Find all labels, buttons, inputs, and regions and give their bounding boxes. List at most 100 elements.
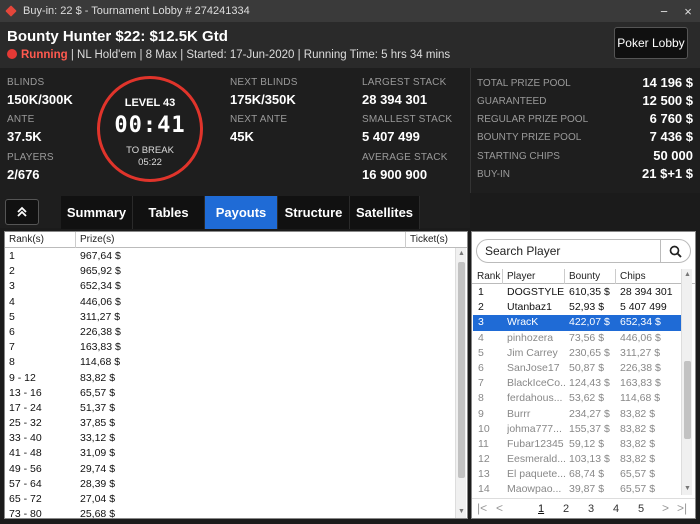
list-item[interactable]: 1 DOGSTYLE1 610,35 $ 28 394 301 [473, 285, 681, 300]
player-rank: 14 [478, 483, 490, 496]
prize-header[interactable]: Prize(s) [80, 234, 114, 245]
player-chips: 83,82 $ [620, 422, 656, 435]
list-item[interactable]: 3 WracK 422,07 $ 652,34 $ [473, 315, 681, 331]
table-row: 2 965,92 $ [5, 264, 455, 279]
players-header: Rank Player Bounty Chips [472, 269, 695, 284]
level-label: LEVEL 43 [124, 97, 176, 109]
payout-rank: 41 - 48 [9, 447, 42, 460]
player-bounty: 124,43 $ [569, 377, 610, 390]
smallest-stack-label: SMALLEST STACK [362, 114, 453, 125]
list-item[interactable]: 14 Maowpao... 39,87 $ 65,57 $ [473, 482, 681, 497]
payouts-table: Rank(s) Prize(s) Ticket(s) 1 967,64 $ 2 965… [4, 231, 468, 520]
payout-rank: 57 - 64 [9, 477, 42, 490]
tab-tables[interactable]: Tables [133, 196, 205, 229]
table-row: 3 652,34 $ [5, 279, 455, 294]
players-panel: Rank Player Bounty Chips 1 DOGSTYLE1 610,3… [471, 231, 696, 519]
payout-rank: 1 [9, 250, 15, 262]
average-stack-value: 16 900 900 [362, 167, 428, 182]
list-item[interactable]: 11 Fubar12345 59,12 $ 83,82 $ [473, 437, 681, 452]
scroll-thumb[interactable] [458, 262, 465, 478]
blinds-value: 150K/300K [7, 92, 73, 107]
player-chips-header[interactable]: Chips [620, 271, 646, 282]
page-1[interactable]: 1 [538, 503, 544, 515]
player-chips: 652,34 $ [620, 316, 661, 329]
title-bar: Buy-in: 22 $ - Tournament Lobby # 274241… [0, 0, 700, 22]
payout-prize: 29,74 $ [80, 462, 116, 475]
next-page-icon[interactable]: > [662, 501, 669, 515]
tab-payouts[interactable]: Payouts [205, 196, 278, 229]
player-bounty: 39,87 $ [569, 483, 605, 496]
player-bounty: 155,37 $ [569, 422, 610, 435]
player-chips: 65,57 $ [620, 483, 656, 496]
player-bounty-header[interactable]: Bounty [569, 271, 600, 282]
tab-structure[interactable]: Structure [278, 196, 350, 229]
rank-header[interactable]: Rank(s) [9, 234, 44, 245]
payout-prize: 311,27 $ [80, 310, 121, 323]
list-item[interactable]: 4 pinhozera 73,56 $ 446,06 $ [473, 331, 681, 346]
app-logo-icon [5, 5, 17, 17]
player-rank-header[interactable]: Rank [477, 271, 500, 282]
player-rank: 6 [478, 361, 484, 374]
page-4[interactable]: 4 [613, 503, 619, 515]
players-label: PLAYERS [7, 152, 54, 163]
payout-prize: 65,57 $ [80, 386, 116, 399]
player-rank: 2 [478, 301, 484, 314]
players-scrollbar[interactable]: ▲ ▼ [681, 269, 692, 495]
player-name: DOGSTYLE1 [507, 286, 565, 298]
prize-value: 14 196 $ [642, 75, 693, 90]
list-item[interactable]: 6 SanJose17 50,87 $ 226,38 $ [473, 361, 681, 376]
prize-label: BUY-IN [477, 169, 510, 180]
payout-prize: 967,64 $ [80, 250, 121, 262]
largest-stack-label: LARGEST STACK [362, 77, 447, 88]
table-row: 25 - 32 37,85 $ [5, 416, 455, 431]
minimize-button[interactable]: − [652, 4, 676, 19]
page-2[interactable]: 2 [563, 503, 569, 515]
tournament-details: | NL Hold'em | 8 Max | Started: 17-Jun-2… [70, 49, 451, 61]
tab-summary[interactable]: Summary [61, 196, 133, 229]
player-chips: 28 394 301 [620, 286, 673, 298]
payout-rank: 3 [9, 280, 15, 293]
average-stack-label: AVERAGE STACK [362, 152, 448, 163]
tab-satellites[interactable]: Satellites [350, 196, 420, 229]
search-player-input[interactable] [485, 243, 655, 259]
list-item[interactable]: 10 johma777... 155,37 $ 83,82 $ [473, 422, 681, 437]
payout-rank: 7 [9, 341, 15, 354]
first-page-icon[interactable]: |< [477, 501, 487, 515]
collapse-button[interactable] [5, 199, 39, 225]
list-item[interactable]: 7 BlackIceCo... 124,43 $ 163,83 $ [473, 376, 681, 391]
list-item[interactable]: 2 Utanbaz1 52,93 $ 5 407 499 [473, 300, 681, 315]
table-row: 65 - 72 27,04 $ [5, 492, 455, 507]
table-row: 8 114,68 $ [5, 355, 455, 370]
player-bounty: 103,13 $ [569, 453, 610, 466]
list-item[interactable]: 13 El paquete... 68,74 $ 65,57 $ [473, 467, 681, 482]
scroll-thumb[interactable] [684, 361, 691, 439]
players-value: 2/676 [7, 167, 40, 182]
search-button[interactable] [660, 239, 690, 263]
player-bounty: 610,35 $ [569, 286, 610, 298]
prev-page-icon[interactable]: < [496, 501, 503, 515]
payouts-header: Rank(s) Prize(s) Ticket(s) [5, 232, 467, 248]
player-bounty: 52,93 $ [569, 301, 605, 314]
player-bounty: 68,74 $ [569, 468, 605, 481]
close-button[interactable]: × [676, 4, 700, 19]
page-5[interactable]: 5 [638, 503, 644, 515]
page-3[interactable]: 3 [588, 503, 594, 515]
ticket-header[interactable]: Ticket(s) [410, 234, 448, 245]
last-page-icon[interactable]: >| [677, 501, 687, 515]
list-item[interactable]: 8 ferdahous... 53,62 $ 114,68 $ [473, 391, 681, 406]
payouts-scrollbar[interactable]: ▲ ▼ [455, 248, 466, 518]
player-name-header[interactable]: Player [507, 271, 535, 282]
list-item[interactable]: 12 Eesmerald... 103,13 $ 83,82 $ [473, 452, 681, 467]
smallest-stack-value: 5 407 499 [362, 129, 420, 144]
next-ante-value: 45K [230, 129, 254, 144]
payout-rank: 33 - 40 [9, 432, 42, 445]
poker-lobby-button[interactable]: Poker Lobby [614, 27, 688, 59]
payout-rank: 17 - 24 [9, 401, 42, 414]
status-text: Running [21, 49, 68, 61]
list-item[interactable]: 5 Jim Carrey 230,65 $ 311,27 $ [473, 346, 681, 361]
list-item[interactable]: 9 Burrr 234,27 $ 83,82 $ [473, 407, 681, 422]
prize-label: TOTAL PRIZE POOL [477, 78, 571, 89]
table-row: 13 - 16 65,57 $ [5, 386, 455, 401]
player-bounty: 59,12 $ [569, 437, 605, 450]
payout-prize: 446,06 $ [80, 295, 121, 308]
